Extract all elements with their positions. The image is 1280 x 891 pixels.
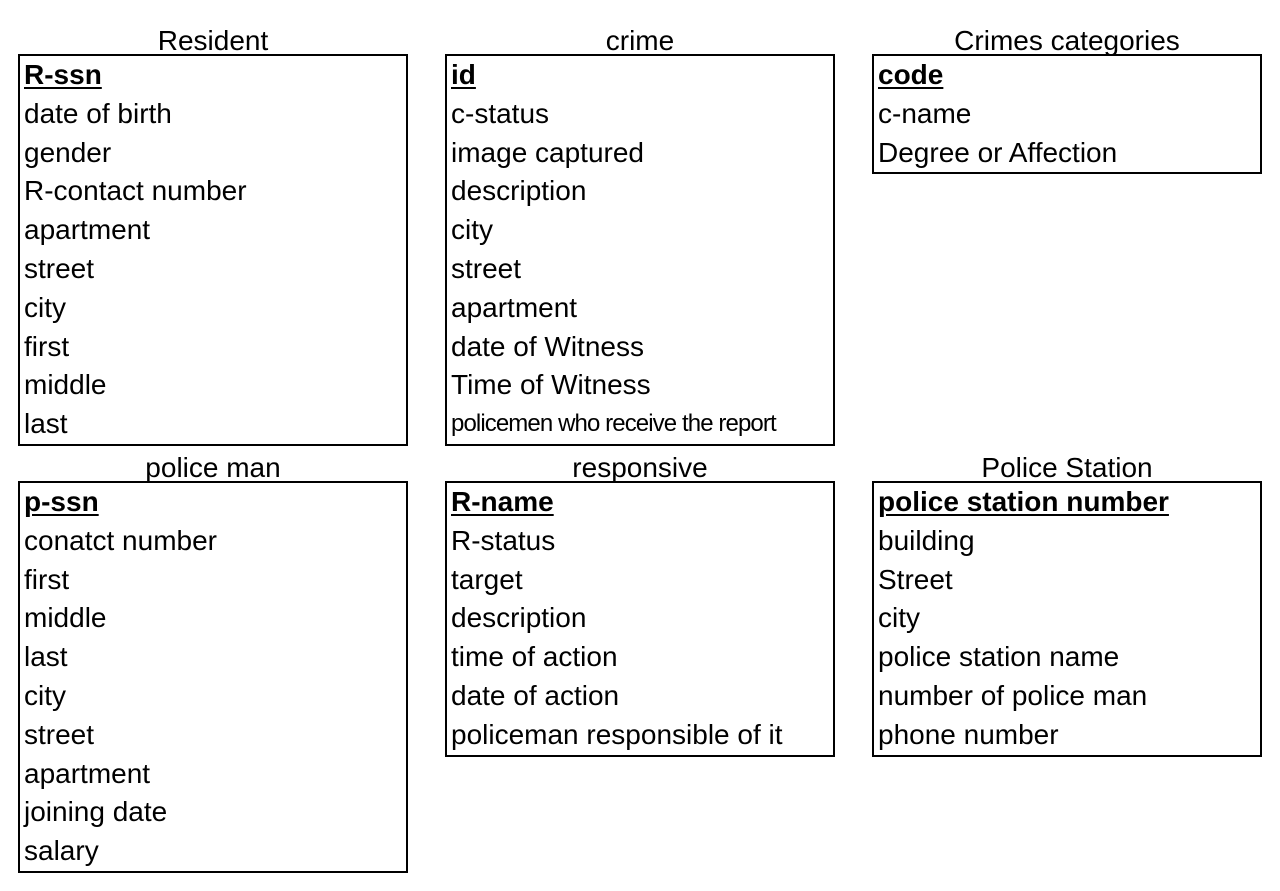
attribute: first <box>24 563 70 595</box>
primary-key-attribute: code <box>878 59 944 90</box>
attribute: image captured <box>451 136 645 168</box>
attribute: Degree or Affection <box>878 136 1118 168</box>
attribute: date of Witness <box>451 330 644 362</box>
attribute: Street <box>878 563 953 595</box>
attribute: phone number <box>878 718 1059 750</box>
attribute: police station name <box>878 641 1120 673</box>
primary-key-attribute: police station number <box>878 486 1169 517</box>
attribute: time of action <box>451 641 618 673</box>
attribute: street <box>24 252 95 284</box>
attribute: building <box>878 524 975 556</box>
attribute: street <box>451 252 522 284</box>
attribute: R-contact number <box>24 175 247 207</box>
primary-key-attribute: id <box>451 59 476 90</box>
attribute: last <box>24 408 68 440</box>
attribute: city <box>24 679 66 711</box>
attribute: description <box>451 175 587 207</box>
attribute: city <box>24 291 66 323</box>
attribute: Time of Witness <box>451 369 651 401</box>
entity-box: police station number building Street ci… <box>872 481 1262 757</box>
entity-title: police man <box>145 452 281 483</box>
attribute: joining date <box>24 796 168 828</box>
attribute: description <box>451 602 587 634</box>
attribute: apartment <box>451 291 578 323</box>
attribute: middle <box>24 602 107 634</box>
attribute: date of action <box>451 679 620 711</box>
attribute: apartment <box>24 757 151 789</box>
attribute: date of birth <box>24 97 172 129</box>
attribute: city <box>878 602 920 634</box>
entity-box: id c-status image captured description c… <box>445 54 835 446</box>
entity-box: R-ssn date of birth gender R-contact num… <box>18 54 408 446</box>
entity-title: responsive <box>572 452 708 483</box>
attribute: target <box>451 563 523 595</box>
primary-key-attribute: p-ssn <box>24 486 99 517</box>
primary-key-attribute: R-name <box>451 486 554 517</box>
attribute: city <box>451 214 493 246</box>
entity-title: Resident <box>157 25 269 56</box>
attribute: last <box>24 641 68 673</box>
attribute: street <box>24 718 95 750</box>
primary-key-attribute: R-ssn <box>24 59 102 90</box>
attribute: conatct number <box>24 524 217 556</box>
attribute: c-name <box>878 97 972 129</box>
attribute: policemen who receive the report <box>451 410 777 438</box>
attribute: salary <box>24 835 99 867</box>
attribute: R-status <box>451 524 556 556</box>
attribute: number of police man <box>878 679 1148 711</box>
attribute: gender <box>24 136 112 168</box>
entity-box: p-ssn conatct number first middle last c… <box>18 481 408 873</box>
entity-title: Crimes categories <box>954 25 1180 56</box>
attribute: middle <box>24 369 107 401</box>
attribute: first <box>24 330 70 362</box>
entity-box: code c-name Degree or Affection <box>872 54 1262 175</box>
entity-title: crime <box>605 25 675 56</box>
attribute: c-status <box>451 97 550 129</box>
entity-box: R-name R-status target description time … <box>445 481 835 757</box>
attribute: policeman responsible of it <box>451 718 783 750</box>
entity-title: Police Station <box>981 452 1153 483</box>
attribute: apartment <box>24 214 151 246</box>
